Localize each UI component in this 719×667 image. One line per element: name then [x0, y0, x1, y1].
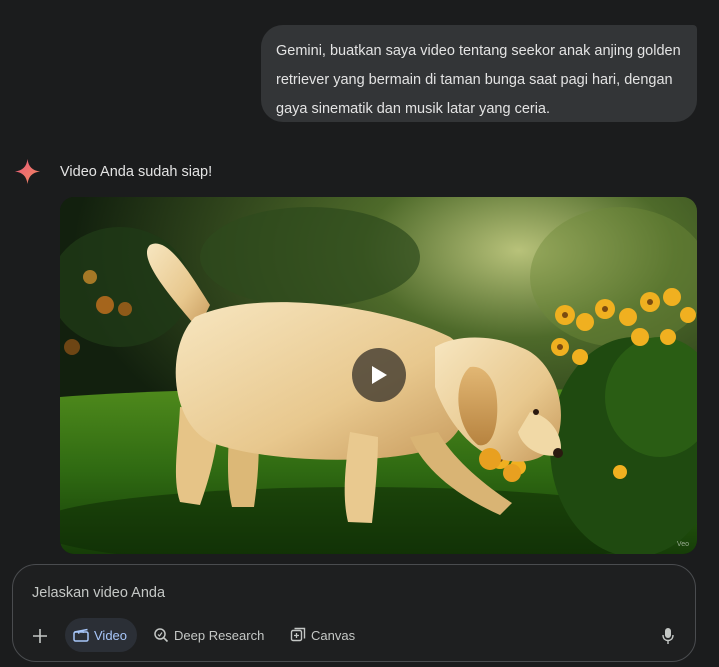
microphone-icon — [662, 628, 674, 644]
chat-page: Gemini, buatkan saya video tentang seeko… — [0, 0, 719, 667]
tool-deep-research-chip[interactable]: Deep Research — [153, 618, 264, 652]
video-watermark: Veo — [676, 541, 689, 548]
tool-deep-research-label: Deep Research — [174, 627, 265, 643]
canvas-icon — [290, 627, 306, 642]
user-message-text: Gemini, buatkan saya video tentang seeko… — [276, 43, 681, 117]
tool-video-label: Video — [94, 627, 128, 643]
tool-video-chip[interactable]: Video — [65, 618, 138, 652]
tool-canvas-label: Canvas — [311, 627, 356, 643]
prompt-composer: Video Deep Research Canvas — [12, 564, 696, 662]
add-attachment-button[interactable] — [29, 625, 51, 647]
prompt-input[interactable] — [32, 582, 632, 604]
plus-icon — [33, 629, 47, 643]
user-message-bubble: Gemini, buatkan saya video tentang seeko… — [261, 25, 697, 122]
gemini-spark-icon — [14, 158, 41, 185]
video-clapper-icon — [73, 628, 89, 642]
generated-video[interactable]: Veo — [60, 197, 697, 554]
gemini-avatar — [14, 158, 41, 185]
tool-canvas-chip[interactable]: Canvas — [290, 618, 355, 652]
play-button[interactable] — [352, 348, 406, 402]
deep-research-icon — [154, 628, 169, 643]
microphone-button[interactable] — [659, 626, 677, 646]
play-icon — [372, 366, 387, 384]
response-text: Video Anda sudah siap! — [60, 164, 213, 180]
